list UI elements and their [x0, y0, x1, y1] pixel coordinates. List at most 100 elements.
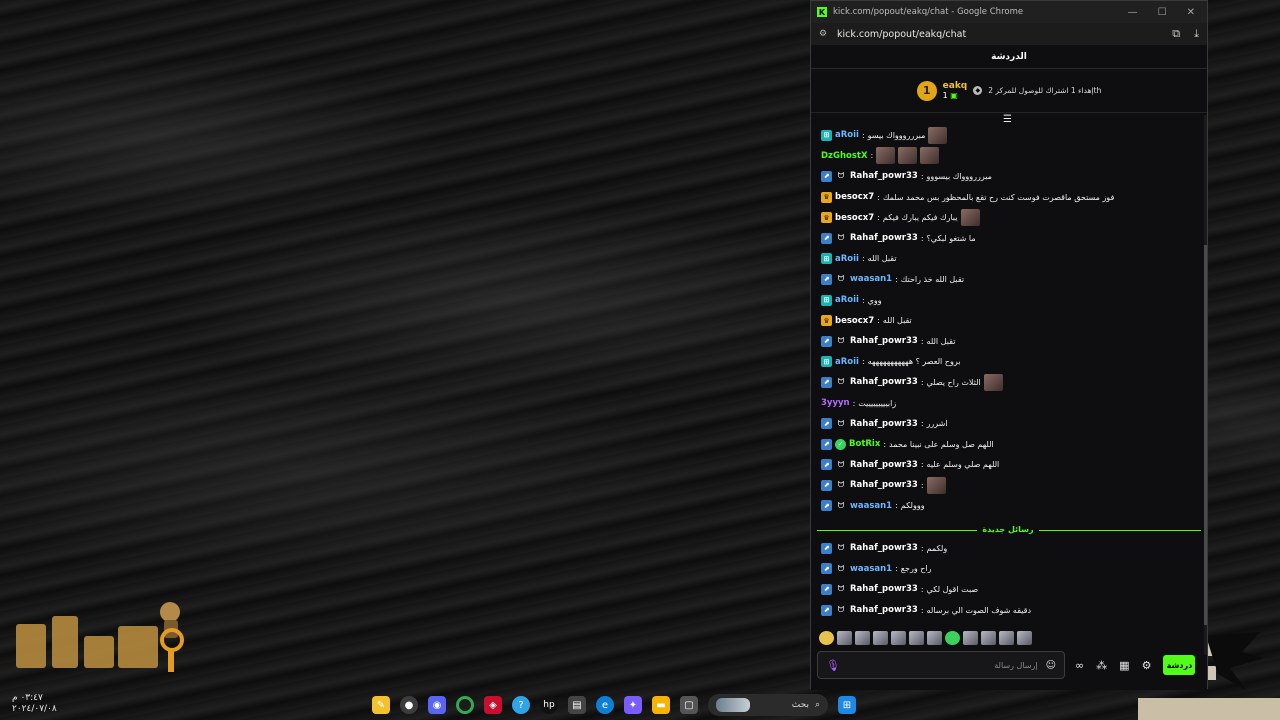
emote-button[interactable]	[891, 631, 906, 645]
users-icon[interactable]: ⁂	[1096, 659, 1107, 672]
chat-username[interactable]: besocx7	[835, 316, 874, 326]
chat-username[interactable]: waasan1	[850, 501, 892, 511]
chat-username[interactable]: aRoii	[835, 254, 859, 264]
chat-username[interactable]: Rahaf_powr33	[850, 377, 918, 387]
chat-message[interactable]: ⬈ ᗢ Rahaf_powr33: ما شتغو لبكي؟	[821, 228, 1201, 249]
taskbar-search[interactable]: بحث ⌕	[708, 694, 828, 716]
weather-widget[interactable]	[716, 698, 750, 712]
emote-button[interactable]	[909, 631, 924, 645]
obs-icon[interactable]: ●	[400, 696, 418, 714]
chat-message[interactable]: ♛ besocx7: تقبل الله	[821, 310, 1201, 331]
chat-scrollbar[interactable]	[1204, 115, 1207, 655]
rewards-icon[interactable]: ∞	[1075, 659, 1084, 672]
emote-button[interactable]	[819, 631, 834, 645]
emote-image[interactable]	[960, 209, 980, 227]
translate-icon[interactable]: ⧉	[1172, 27, 1180, 41]
chat-message[interactable]: ⬈ ᗢ waasan1: تقبل الله خذ راحتك	[821, 269, 1201, 290]
chat-message[interactable]: ⬈ ᗢ Rahaf_powr33: اشررر	[821, 413, 1201, 434]
system-clock[interactable]: ٠٣:٤٧ م ٢٠٢٤/٠٧/٠٨	[12, 693, 57, 715]
site-settings-icon[interactable]: ⚙	[819, 29, 829, 39]
chat-username[interactable]: Rahaf_powr33	[850, 605, 918, 615]
chat-message[interactable]: DzGhostX:	[821, 146, 1201, 167]
emote-button[interactable]	[873, 631, 888, 645]
antivirus-icon[interactable]: ◈	[484, 696, 502, 714]
settings-gear-icon[interactable]: ⚙	[1142, 659, 1152, 672]
emoji-picker-icon[interactable]: ☺	[1046, 660, 1056, 671]
close-icon[interactable]: ✕	[1187, 7, 1195, 18]
sticky-notes-icon[interactable]: ✎	[372, 696, 390, 714]
chat-message[interactable]: ⬈ ᗢ Rahaf_powr33:	[821, 475, 1201, 496]
chat-username[interactable]: Rahaf_powr33	[850, 584, 918, 594]
gift-leaderboard[interactable]: 1 eakq 1 ▣ ◆ إهداء 1 اشتراك للوصول للمرك…	[811, 69, 1207, 125]
emote-image[interactable]	[898, 147, 918, 165]
chat-message[interactable]: ⬈ ᗢ Rahaf_powr33: ولكمم	[821, 538, 1201, 559]
gift-shop-icon[interactable]: ▦	[1119, 659, 1129, 672]
chat-username[interactable]: Rahaf_powr33	[850, 233, 918, 243]
chat-message[interactable]: ♛ besocx7: فوز مستحق ماقصرت فوست كنت رح تق…	[821, 187, 1201, 208]
emote-button[interactable]	[837, 631, 852, 645]
chat-message[interactable]: ⊞ aRoii: مبرررووواك بيسو	[821, 125, 1201, 146]
chat-filter-icon[interactable]: ☰	[1003, 115, 1015, 125]
chat-message[interactable]: ⬈ ᗢ Rahaf_powr33: دقيقه شوف الصوت الي برسال…	[821, 600, 1201, 621]
chat-message[interactable]: ⬈ ᗢ Rahaf_powr33: تقبل الله	[821, 331, 1201, 352]
start-icon[interactable]: ⊞	[838, 696, 856, 714]
chat-username[interactable]: Rahaf_powr33	[850, 336, 918, 346]
chrome-icon[interactable]	[456, 696, 474, 714]
url-text[interactable]: kick.com/popout/eakq/chat	[837, 29, 1172, 40]
chat-username[interactable]: Rahaf_powr33	[850, 171, 918, 181]
maximize-icon[interactable]: ☐	[1158, 7, 1167, 18]
edge-icon[interactable]: e	[596, 696, 614, 714]
chat-message[interactable]: ⊞ aRoii: بروح العصر ؟ هههههههههههه	[821, 352, 1201, 373]
app-icon[interactable]: ▢	[680, 696, 698, 714]
chat-input[interactable]: 🎙 إرسال رسالة ☺	[817, 651, 1065, 679]
microphone-icon[interactable]: 🎙	[826, 659, 840, 672]
file-explorer-icon[interactable]: ▬	[652, 696, 670, 714]
emote-button[interactable]	[855, 631, 870, 645]
chat-scrollbar-thumb[interactable]	[1204, 245, 1207, 625]
chat-message[interactable]: ⬈ ᗢ Rahaf_powr33: مبرررووواك بيسووو	[821, 166, 1201, 187]
emote-image[interactable]	[983, 373, 1003, 391]
address-bar[interactable]: ⚙ kick.com/popout/eakq/chat ⧉ ⤓	[811, 23, 1207, 45]
chat-username[interactable]: BotRix	[849, 439, 880, 449]
minimize-icon[interactable]: —	[1128, 7, 1138, 18]
emote-image[interactable]	[926, 476, 946, 494]
chat-message[interactable]: ⬈ ✓ BotRix: اللهم صل وسلم على نبينا محمد	[821, 434, 1201, 455]
chat-username[interactable]: besocx7	[835, 213, 874, 223]
assistant-icon[interactable]: ?	[512, 696, 530, 714]
chat-username[interactable]: DzGhostX	[821, 151, 868, 161]
chat-message[interactable]: 3yyyn: زابيييييييييت	[821, 393, 1201, 414]
window-titlebar[interactable]: K kick.com/popout/eakq/chat - Google Chr…	[811, 1, 1207, 23]
chat-username[interactable]: Rahaf_powr33	[850, 543, 918, 553]
gifter-username[interactable]: eakq	[943, 81, 968, 91]
chat-message[interactable]: ⬈ ᗢ waasan1: ووولكم	[821, 496, 1201, 517]
chat-message[interactable]: ⬈ ᗢ Rahaf_powr33: صبت اقول لكي	[821, 579, 1201, 600]
hp-icon[interactable]: hp	[540, 696, 558, 714]
chat-message[interactable]: ⬈ ᗢ waasan1: راح ورجع	[821, 559, 1201, 580]
emote-button[interactable]	[999, 631, 1014, 645]
emote-image[interactable]	[876, 147, 896, 165]
emote-button[interactable]	[1017, 631, 1032, 645]
download-icon[interactable]: ⤓	[1194, 27, 1199, 41]
chat-username[interactable]: Rahaf_powr33	[850, 480, 918, 490]
chat-username[interactable]: waasan1	[850, 274, 892, 284]
chat-message[interactable]: ⬈ ᗢ Rahaf_powr33: اللهم صلي وسلم عليه	[821, 455, 1201, 476]
chat-username[interactable]: Rahaf_powr33	[850, 460, 918, 470]
chat-username[interactable]: aRoii	[835, 130, 859, 140]
emote-button[interactable]	[945, 631, 960, 645]
emote-button[interactable]	[963, 631, 978, 645]
emote-image[interactable]	[928, 126, 948, 144]
chat-username[interactable]: waasan1	[850, 564, 892, 574]
chat-username[interactable]: besocx7	[835, 192, 874, 202]
chat-message[interactable]: ⊞ aRoii: ووي	[821, 290, 1201, 311]
chat-message[interactable]: ⬈ ᗢ Rahaf_powr33: الثلاث راح يصلي	[821, 372, 1201, 393]
copilot-icon[interactable]: ✦	[624, 696, 642, 714]
chat-username[interactable]: aRoii	[835, 295, 859, 305]
emote-button[interactable]	[927, 631, 942, 645]
chat-username[interactable]: Rahaf_powr33	[850, 419, 918, 429]
store-icon[interactable]: ▤	[568, 696, 586, 714]
chat-message[interactable]: ⊞ aRoii: تقبل الله	[821, 249, 1201, 270]
chat-message[interactable]: ♛ besocx7: يبارك فيكم يبارك فيكم	[821, 207, 1201, 228]
emote-button[interactable]	[981, 631, 996, 645]
discord-icon[interactable]: ◉	[428, 696, 446, 714]
chat-username[interactable]: 3yyyn	[821, 398, 850, 408]
